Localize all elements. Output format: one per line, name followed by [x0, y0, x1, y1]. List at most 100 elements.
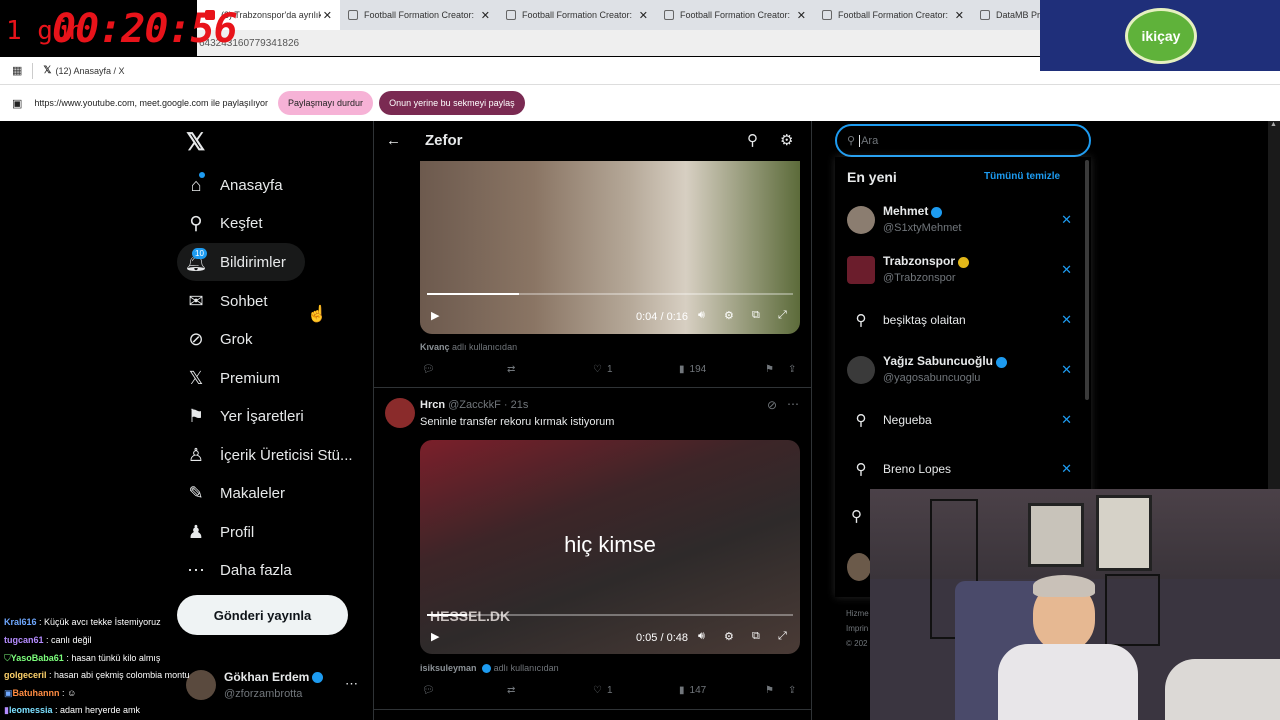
remove-recent-icon[interactable]: ✕ — [1061, 362, 1072, 378]
sidebar-item-articles[interactable]: ✎ Makaleler — [186, 478, 285, 508]
remove-recent-icon[interactable]: ✕ — [1061, 412, 1072, 428]
close-tab-icon[interactable]: ✕ — [323, 9, 332, 22]
search-icon: ⚲ — [855, 412, 867, 429]
recent-item-query[interactable]: ⚲ Negueba ✕ — [847, 400, 1073, 440]
fullscreen-icon[interactable]: ⤢ — [778, 630, 787, 643]
bookmark-item[interactable]: (12) Anasayfa / X — [55, 66, 124, 76]
post2-attribution: isiksuleyman adlı kullanıcıdan — [420, 663, 559, 674]
post-more-icon[interactable]: ⋯ — [787, 397, 799, 411]
sponsor-logo-text: ikiçay — [1141, 28, 1181, 44]
close-tab-icon[interactable]: ✕ — [639, 9, 648, 22]
share-icon[interactable]: ⇪ — [788, 685, 796, 696]
sidebar-item-profile[interactable]: ♟ Profil — [186, 517, 254, 547]
screen-share-icon: ▣ — [12, 97, 23, 110]
tab-datamb[interactable]: DataMB Pro — [972, 0, 1040, 30]
fullscreen-icon[interactable]: ⤢ — [778, 309, 787, 322]
like-button[interactable]: ♡ 1 — [593, 685, 613, 696]
sidebar-item-bookmarks[interactable]: ⚑ Yer İşaretleri — [186, 401, 304, 431]
bookmark-bar: ▦ 𝕏 (12) Anasayfa / X — [0, 57, 1040, 84]
recent-name: Mehmet — [883, 204, 929, 219]
verified-gold-badge-icon — [958, 256, 970, 268]
post2-handle[interactable]: @ZacckkF — [448, 399, 501, 411]
sidebar-item-grok[interactable]: ⊘ Grok — [186, 324, 252, 354]
post2-avatar[interactable] — [385, 398, 415, 428]
stop-sharing-button[interactable]: Paylaşmayı durdur — [278, 91, 374, 115]
badge-icon: ▣ — [4, 688, 13, 698]
settings-gear-icon[interactable]: ⚙ — [780, 131, 793, 149]
recent-item-user[interactable]: Mehmet @S1xtyMehmet ✕ — [847, 200, 1072, 240]
shield-icon: ⛉ — [4, 653, 11, 663]
close-tab-icon[interactable]: ✕ — [797, 9, 806, 22]
page-favicon-icon — [348, 10, 358, 20]
search-input[interactable]: ⚲ Ara — [835, 124, 1091, 157]
like-button[interactable]: ♡ 1 — [593, 364, 613, 375]
views-button[interactable]: ▮ 194 — [679, 364, 706, 375]
bookmark-icon[interactable]: ⚑ — [765, 685, 774, 696]
grok-post-icon[interactable]: ⊘ — [767, 398, 777, 412]
address-bar[interactable]: 643243160779341826 — [197, 30, 1040, 56]
bookmark-icon[interactable]: ⚑ — [765, 364, 774, 375]
sidebar-item-chat[interactable]: ✉ Sohbet — [186, 286, 267, 316]
footer-link[interactable]: Hizme — [846, 606, 869, 621]
recent-item-query[interactable]: ⚲ beşiktaş olaitan ✕ — [847, 300, 1073, 340]
search-icon[interactable]: ⚲ — [747, 131, 758, 149]
video-settings-icon[interactable]: ⚙ — [724, 630, 734, 643]
account-avatar[interactable] — [186, 670, 216, 700]
post-button[interactable]: Gönderi yayınla — [177, 595, 348, 635]
sidebar-item-premium[interactable]: 𝕏 Premium — [186, 363, 280, 393]
mail-icon: ✉ — [188, 290, 204, 311]
remove-recent-icon[interactable]: ✕ — [1061, 312, 1072, 328]
volume-icon[interactable]: 🔊︎ — [698, 309, 705, 322]
tab-formation-1[interactable]: Football Formation Creator: Re ✕ — [340, 0, 498, 30]
views-button[interactable]: ▮ 147 — [679, 685, 706, 696]
page-scrollbar[interactable] — [1268, 121, 1280, 489]
reply-icon[interactable]: 💬︎ — [422, 364, 435, 375]
post1-play-icon[interactable]: ▶ — [431, 309, 439, 322]
recent-item-user[interactable]: Trabzonspor @Trabzonspor ✕ — [847, 250, 1072, 290]
tab-formation-4[interactable]: Football Formation Creator: Re ✕ — [814, 0, 972, 30]
post2-text: Seninle transfer rekoru kırmak istiyorum — [420, 416, 615, 428]
chat-message: Kral616 : Küçük avcı tekke İstemiyoruz — [4, 617, 161, 627]
sidebar-item-label: Anasayfa — [220, 176, 283, 194]
pip-icon[interactable]: ⧉ — [752, 630, 760, 643]
tab-formation-3[interactable]: Football Formation Creator: Re ✕ — [656, 0, 814, 30]
recent-item-query[interactable]: ⚲ Breno Lopes ✕ — [847, 449, 1073, 489]
recent-item-user[interactable]: Yağız Sabuncuoğlu @yagosabuncuoglu ✕ — [847, 350, 1072, 390]
back-arrow-icon[interactable]: ← — [386, 132, 401, 149]
pip-icon[interactable]: ⧉ — [752, 309, 760, 322]
share-icon[interactable]: ⇪ — [788, 364, 796, 375]
account-name[interactable]: Gökhan Erdem — [224, 670, 324, 684]
account-menu-icon[interactable]: ⋯ — [345, 676, 358, 692]
repost-icon[interactable]: ⇄ — [507, 364, 515, 375]
post2-progress-track[interactable] — [427, 614, 793, 616]
sidebar-item-more[interactable]: ⋯ Daha fazla — [186, 555, 292, 585]
reply-icon[interactable]: 💬︎ — [422, 685, 435, 696]
post1-video[interactable] — [420, 161, 800, 334]
volume-icon[interactable]: 🔊︎ — [698, 630, 705, 643]
sidebar-item-explore[interactable]: ⚲ Keşfet — [186, 208, 262, 238]
remove-recent-icon[interactable]: ✕ — [1061, 262, 1072, 278]
remove-recent-icon[interactable]: ✕ — [1061, 212, 1072, 228]
post1-time: 0:04 / 0:16 — [636, 311, 688, 323]
post2-play-icon[interactable]: ▶ — [431, 630, 439, 643]
share-this-tab-button[interactable]: Onun yerine bu sekmeyi paylaş — [379, 91, 525, 115]
repost-icon[interactable]: ⇄ — [507, 685, 515, 696]
scroll-up-icon[interactable]: ▲ — [1270, 121, 1278, 131]
remove-recent-icon[interactable]: ✕ — [1061, 461, 1072, 477]
clear-all-button[interactable]: Tümünü temizle — [984, 171, 1060, 182]
recent-title: En yeni — [847, 169, 897, 185]
close-tab-icon[interactable]: ✕ — [955, 9, 964, 22]
verified-badge-icon — [996, 356, 1008, 368]
verified-badge-icon — [931, 206, 943, 218]
x-logo-icon[interactable]: 𝕏 — [186, 128, 205, 157]
post2-author[interactable]: Hrcn — [420, 399, 445, 411]
webcam-frame — [1096, 495, 1152, 571]
apps-grid-icon[interactable]: ▦ — [12, 64, 22, 77]
footer-link[interactable]: Imprin — [846, 621, 869, 636]
tab-formation-2[interactable]: Football Formation Creator: Re ✕ — [498, 0, 656, 30]
close-tab-icon[interactable]: ✕ — [481, 9, 490, 22]
sidebar-item-creator-studio[interactable]: ♙ İçerik Üreticisi Stü... — [186, 440, 353, 470]
dropdown-scrollbar[interactable] — [1085, 160, 1089, 400]
view-count: 147 — [689, 685, 707, 696]
video-settings-icon[interactable]: ⚙ — [724, 309, 734, 322]
